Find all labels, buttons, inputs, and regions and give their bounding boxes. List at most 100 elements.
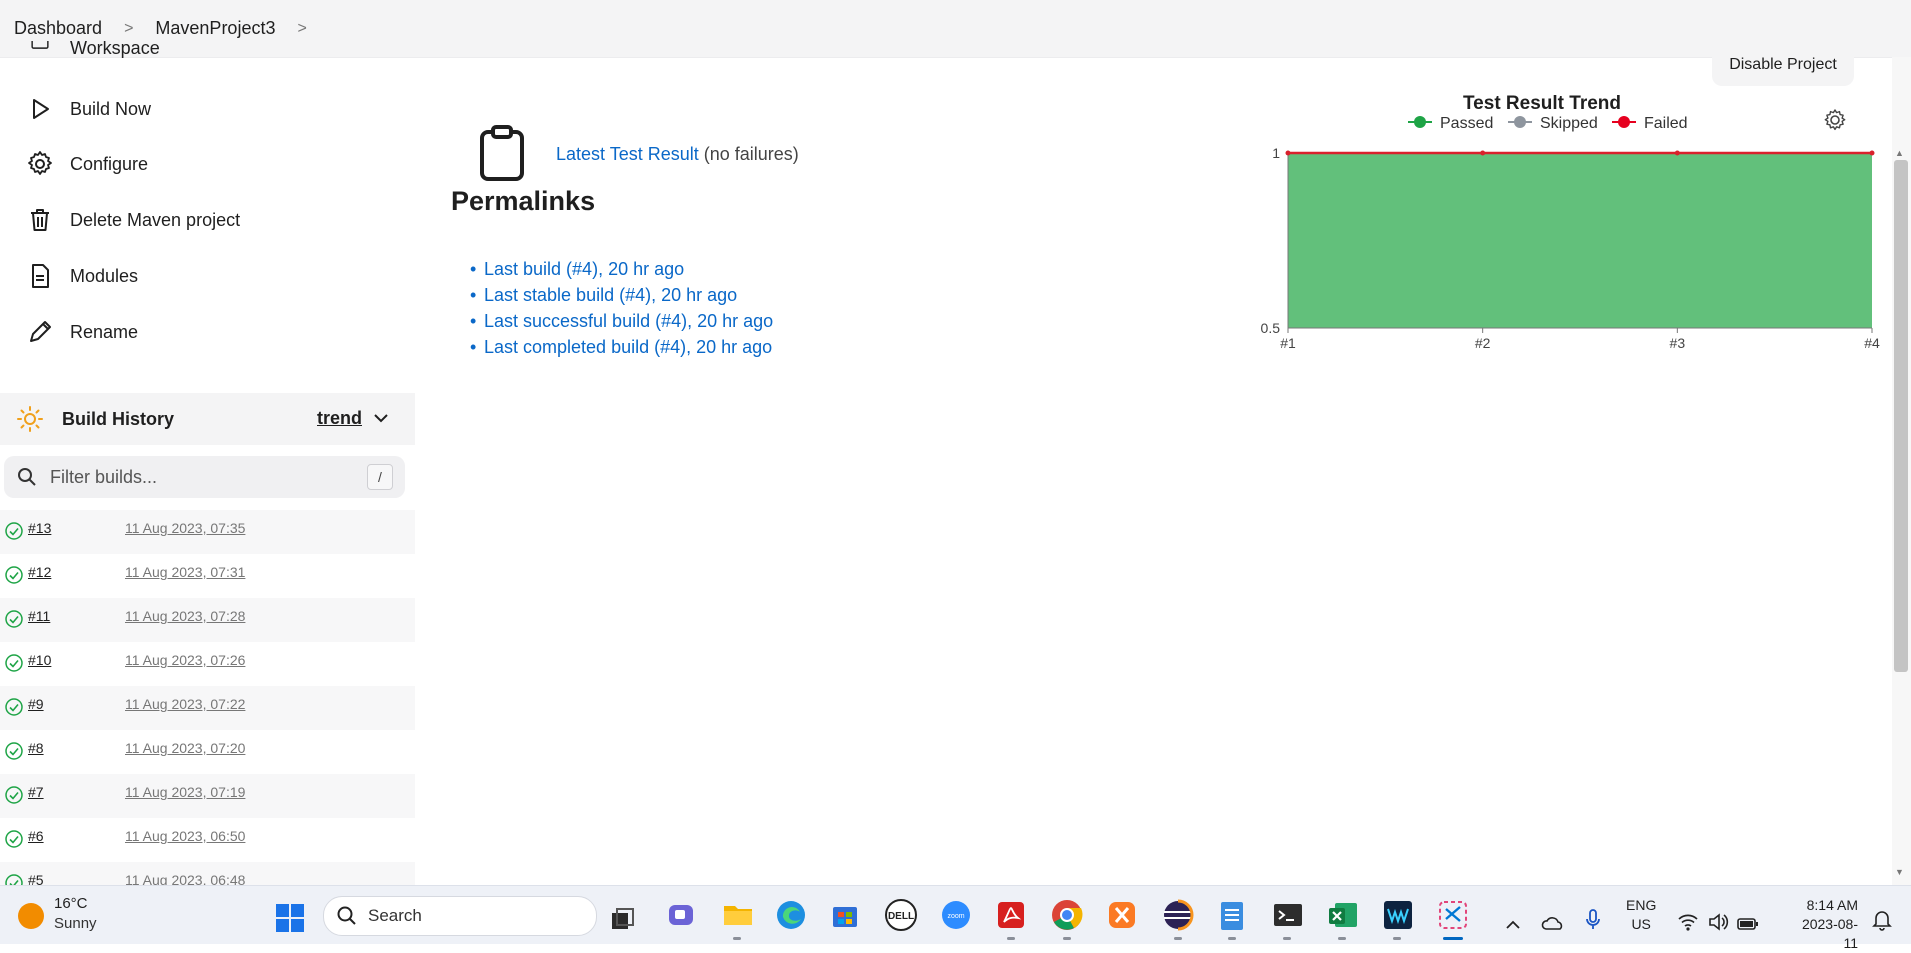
- zoom-icon[interactable]: zoom: [940, 898, 972, 932]
- scroll-down-arrow[interactable]: ▼: [1895, 867, 1904, 877]
- build-row[interactable]: #11 11 Aug 2023, 07:28: [0, 598, 415, 642]
- chart-plot: 1 0.5#1 #2 #3 #4: [1261, 145, 1880, 351]
- legend-marker: [1514, 116, 1526, 128]
- terminal-icon[interactable]: [1272, 898, 1304, 932]
- xampp-icon[interactable]: [1106, 898, 1138, 932]
- build-row[interactable]: #8 11 Aug 2023, 07:20: [0, 730, 415, 774]
- edge-icon[interactable]: [774, 898, 808, 932]
- teams-chat-icon[interactable]: [665, 898, 697, 932]
- folder-icon: [31, 41, 49, 49]
- trend-link[interactable]: trend: [317, 408, 362, 429]
- build-date[interactable]: 11 Aug 2023, 06:50: [125, 828, 245, 844]
- data-point: [1285, 150, 1291, 156]
- breadcrumb-project[interactable]: MavenProject3: [155, 18, 275, 39]
- chrome-icon[interactable]: [1050, 898, 1084, 932]
- language-indicator[interactable]: ENG US: [1626, 896, 1656, 934]
- latest-test-result-link[interactable]: Latest Test Result: [556, 144, 699, 164]
- file-explorer-icon[interactable]: [721, 898, 755, 932]
- acrobat-icon[interactable]: [995, 898, 1027, 932]
- build-number[interactable]: #9: [28, 696, 44, 712]
- build-row[interactable]: #12 11 Aug 2023, 07:31: [0, 554, 415, 598]
- build-row[interactable]: #13 11 Aug 2023, 07:35: [0, 510, 415, 554]
- no-failures-text: (no failures): [703, 144, 799, 164]
- success-icon: [5, 742, 23, 760]
- build-number[interactable]: #8: [28, 740, 44, 756]
- menu-item-delete[interactable]: Delete Maven project: [26, 205, 240, 235]
- notepad-icon[interactable]: [1217, 898, 1247, 932]
- build-date[interactable]: 11 Aug 2023, 06:48: [125, 872, 245, 885]
- menu-item-workspace[interactable]: Workspace: [26, 41, 160, 61]
- build-row[interactable]: #6 11 Aug 2023, 06:50: [0, 818, 415, 862]
- windows-start-icon[interactable]: [275, 901, 305, 935]
- permalink-last-successful-build[interactable]: Last successful build (#4), 20 hr ago: [484, 311, 773, 331]
- snipping-tool-icon[interactable]: [1437, 898, 1469, 932]
- build-date[interactable]: 11 Aug 2023, 07:31: [125, 564, 245, 580]
- taskbar-search[interactable]: Search: [323, 896, 597, 936]
- build-row[interactable]: #5 11 Aug 2023, 06:48: [0, 862, 415, 885]
- build-number[interactable]: #13: [28, 520, 51, 536]
- y-tick-label: 0.5: [1261, 320, 1281, 336]
- success-icon: [5, 522, 23, 540]
- success-icon: [5, 566, 23, 584]
- waves-app-icon[interactable]: [1382, 898, 1414, 932]
- clock[interactable]: 8:14 AM 2023-08-11: [1790, 896, 1858, 953]
- running-indicator: [1283, 937, 1291, 940]
- permalinks-title: Permalinks: [451, 186, 596, 216]
- menu-item-build-now[interactable]: Build Now: [26, 94, 151, 124]
- build-date[interactable]: 11 Aug 2023, 07:22: [125, 696, 245, 712]
- breadcrumb-separator[interactable]: >: [297, 20, 306, 38]
- build-number[interactable]: #7: [28, 784, 44, 800]
- excel-icon[interactable]: [1327, 898, 1359, 932]
- scroll-up-arrow[interactable]: ▲: [1895, 148, 1904, 158]
- permalink-last-completed-build[interactable]: Last completed build (#4), 20 hr ago: [484, 337, 772, 357]
- wifi-icon[interactable]: [1677, 905, 1699, 939]
- build-number[interactable]: #10: [28, 652, 51, 668]
- permalink-last-build[interactable]: Last build (#4), 20 hr ago: [484, 259, 684, 279]
- svg-text:DELL: DELL: [888, 911, 914, 922]
- build-number[interactable]: #11: [28, 608, 50, 624]
- chevron-down-icon[interactable]: [372, 409, 390, 427]
- menu-item-rename[interactable]: Rename: [26, 317, 138, 347]
- build-date[interactable]: 11 Aug 2023, 07:19: [125, 784, 245, 800]
- chevron-up-icon[interactable]: [1505, 908, 1521, 942]
- x-tick-label: #2: [1475, 335, 1491, 351]
- legend-marker: [1414, 116, 1426, 128]
- build-number[interactable]: #6: [28, 828, 44, 844]
- legend-label: Failed: [1644, 115, 1688, 132]
- success-icon: [5, 610, 23, 628]
- menu-item-modules[interactable]: Modules: [26, 261, 138, 291]
- build-date[interactable]: 11 Aug 2023, 07:35: [125, 520, 245, 536]
- notification-bell-icon[interactable]: [1872, 903, 1892, 937]
- volume-icon[interactable]: [1707, 905, 1729, 939]
- build-number[interactable]: #12: [28, 564, 51, 580]
- scrollbar-thumb[interactable]: [1894, 160, 1908, 672]
- build-row[interactable]: #7 11 Aug 2023, 07:19: [0, 774, 415, 818]
- menu-item-configure[interactable]: Configure: [26, 149, 148, 179]
- weather-condition[interactable]: Sunny: [54, 915, 97, 932]
- onedrive-icon[interactable]: [1541, 906, 1565, 940]
- weather-temperature[interactable]: 16°C: [54, 895, 88, 912]
- disable-project-button[interactable]: Disable Project: [1712, 44, 1854, 86]
- chart-title: Test Result Trend: [1463, 93, 1621, 114]
- build-date[interactable]: 11 Aug 2023, 07:26: [125, 652, 245, 668]
- filter-builds-input[interactable]: [48, 465, 372, 489]
- battery-icon[interactable]: [1737, 907, 1759, 941]
- build-row[interactable]: #9 11 Aug 2023, 07:22: [0, 686, 415, 730]
- build-history-header: Build History trend: [0, 393, 415, 445]
- menu-label-configure: Configure: [70, 153, 149, 174]
- running-indicator: [1393, 937, 1401, 940]
- breadcrumb-dashboard[interactable]: Dashboard: [14, 18, 102, 39]
- task-view-icon[interactable]: [609, 903, 635, 937]
- build-number[interactable]: #5: [28, 872, 44, 885]
- build-date[interactable]: 11 Aug 2023, 07:20: [125, 740, 245, 756]
- build-row[interactable]: #10 11 Aug 2023, 07:26: [0, 642, 415, 686]
- build-date[interactable]: 11 Aug 2023, 07:28: [125, 608, 245, 624]
- chart-settings-icon[interactable]: [1824, 109, 1846, 131]
- eclipse-icon[interactable]: [1161, 898, 1195, 932]
- dell-icon[interactable]: DELL: [884, 898, 918, 932]
- store-icon[interactable]: [829, 898, 861, 932]
- svg-text:zoom: zoom: [947, 913, 964, 920]
- microphone-icon[interactable]: [1584, 903, 1602, 937]
- permalink-last-stable-build[interactable]: Last stable build (#4), 20 hr ago: [484, 285, 737, 305]
- weather-sun-icon[interactable]: [18, 903, 44, 929]
